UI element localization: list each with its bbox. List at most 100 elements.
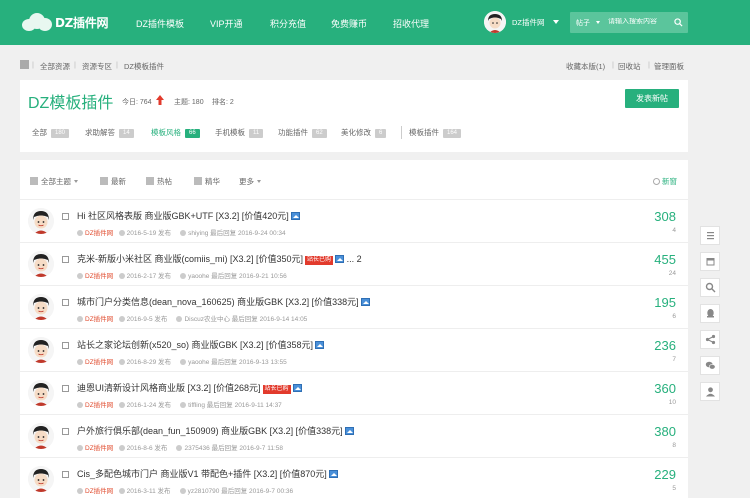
thread-row: Hi 社区风格表版 商业版GBK+UTF [X3.2] [价值420元] DZ插件… xyxy=(20,199,688,242)
open-new-window-toggle[interactable]: 新窗 xyxy=(653,176,677,187)
thread-title[interactable]: Hi 社区风格表版 商业版GBK+UTF [X3.2] [价值420元] xyxy=(77,209,300,222)
top-nav-bar: DZ插件网 DZ插件模板 VIP开通 积分充值 免费赚币 招收代理 DZ插件网 … xyxy=(0,0,750,45)
last-reply-user[interactable]: 2375436 xyxy=(184,445,209,452)
avatar[interactable] xyxy=(28,337,54,363)
user-name[interactable]: DZ插件网 xyxy=(512,17,545,28)
view-count: 360 xyxy=(654,381,676,396)
purchased-badge: 站长已购 xyxy=(305,256,334,265)
thread-title[interactable]: 城市门户分类信息(dean_nova_160625) 商业版GBK [X3.2]… xyxy=(77,295,370,308)
thread-date: 2016-2-17 发布 xyxy=(126,273,172,280)
avatar[interactable] xyxy=(28,423,54,449)
last-reply-user[interactable]: Discuz农业中心 xyxy=(184,316,230,323)
view-count: 229 xyxy=(654,467,676,482)
search-type-select[interactable]: 帖子 xyxy=(576,18,590,28)
filter-more[interactable]: 更多 xyxy=(239,176,261,187)
thread-checkbox[interactable] xyxy=(62,428,69,435)
share-icon[interactable] xyxy=(700,330,720,349)
avatar[interactable] xyxy=(28,294,54,320)
search-icon[interactable] xyxy=(674,18,683,27)
thread-title[interactable]: 迪恩UI清新设计风格商业版 [X3.2] [价值268元] 站长已购 xyxy=(77,381,302,394)
filter-all-topics[interactable]: 全部主题 xyxy=(30,176,78,187)
avatar[interactable] xyxy=(28,208,54,234)
last-reply-user[interactable]: yaoohe xyxy=(188,359,209,366)
thread-title[interactable]: 站长之家论坛创新(x520_so) 商业版GBK [X3.2] [价值358元] xyxy=(77,338,325,351)
tab-template-styles[interactable]: 模板风格 66 xyxy=(151,127,200,138)
image-attachment-icon xyxy=(315,341,325,349)
search-input[interactable] xyxy=(608,18,672,25)
thread-author[interactable]: DZ插件网 xyxy=(85,488,113,495)
thread-author[interactable]: DZ插件网 xyxy=(85,316,113,323)
admin-panel-link[interactable]: 管理面板 xyxy=(654,61,684,72)
last-reply-user[interactable]: shiying xyxy=(188,230,208,237)
tab-help[interactable]: 求助解答 14 xyxy=(85,127,134,138)
cloud-logo-icon xyxy=(22,13,52,31)
breadcrumb-separator: | xyxy=(648,60,650,69)
favorite-forum-link[interactable]: 收藏本版(1) xyxy=(566,61,605,72)
thread-checkbox[interactable] xyxy=(62,342,69,349)
calendar-icon[interactable] xyxy=(700,252,720,271)
tab-all[interactable]: 全部 180 xyxy=(32,127,70,138)
avatar[interactable] xyxy=(28,466,54,492)
thread-title[interactable]: 克米-新版小米社区 商业版(comiis_mi) [X3.2] [价值350元]… xyxy=(77,252,362,265)
last-reply-user[interactable]: yz2810790 xyxy=(188,488,220,495)
site-logo[interactable]: DZ插件网 xyxy=(22,12,108,32)
thread-checkbox[interactable] xyxy=(62,256,69,263)
nav-item-agent[interactable]: 招收代理 xyxy=(393,17,429,30)
thread-author[interactable]: DZ插件网 xyxy=(85,359,113,366)
forum-title: DZ模板插件 xyxy=(28,95,114,112)
list-icon[interactable] xyxy=(700,226,720,245)
view-count: 236 xyxy=(654,338,676,353)
user-icon xyxy=(77,445,83,451)
clock-icon xyxy=(100,177,108,185)
last-reply-label: 最后回复 xyxy=(210,230,237,237)
reply-icon xyxy=(180,402,187,408)
user-avatar[interactable] xyxy=(484,11,506,33)
thread-author[interactable]: DZ插件网 xyxy=(85,273,113,280)
recycle-bin-link[interactable]: 回收站 xyxy=(618,61,641,72)
page-links[interactable]: ... 2 xyxy=(347,254,362,264)
thread-checkbox[interactable] xyxy=(62,471,69,478)
avatar[interactable] xyxy=(28,251,54,277)
breadcrumb-separator: | xyxy=(74,60,76,69)
thread-title[interactable]: Cis_多配色城市门户 商业版V1 带配色+插件 [X3.2] [价值870元] xyxy=(77,467,338,480)
filter-digest[interactable]: 精华 xyxy=(194,176,220,187)
thread-author[interactable]: DZ插件网 xyxy=(85,445,113,452)
user-icon[interactable] xyxy=(700,382,720,401)
nav-item-vip[interactable]: VIP开通 xyxy=(210,17,243,30)
clock-icon xyxy=(118,402,125,408)
qq-icon[interactable] xyxy=(700,304,720,323)
thread-checkbox[interactable] xyxy=(62,385,69,392)
thread-date: 2016-3-11 发布 xyxy=(126,488,171,495)
breadcrumb-item[interactable]: 资源专区 xyxy=(82,61,112,72)
chevron-down-icon[interactable] xyxy=(596,21,600,24)
tab-divider xyxy=(401,126,402,139)
image-attachment-icon xyxy=(290,212,300,220)
tab-mobile-templates[interactable]: 手机模板 11 xyxy=(215,127,264,138)
filter-hot[interactable]: 热帖 xyxy=(146,176,172,187)
last-reply-user[interactable]: yaoohe xyxy=(188,273,209,280)
breadcrumb-item[interactable]: 全部资源 xyxy=(40,61,70,72)
image-attachment-icon xyxy=(335,255,345,263)
breadcrumb-item[interactable]: DZ模板插件 xyxy=(124,61,164,72)
avatar[interactable] xyxy=(28,380,54,406)
home-icon[interactable] xyxy=(20,60,29,69)
new-post-button[interactable]: 发表新帖 xyxy=(625,89,679,108)
nav-item-recharge[interactable]: 积分充值 xyxy=(270,17,306,30)
nav-item-templates[interactable]: DZ插件模板 xyxy=(136,17,184,30)
last-reply-time: 2016-9-24 00:34 xyxy=(237,230,286,237)
tab-plugins[interactable]: 功能插件 62 xyxy=(278,127,327,138)
tab-template-plugins[interactable]: 模板插件 164 xyxy=(409,127,462,138)
logo-text: DZ插件网 xyxy=(55,15,109,30)
wechat-icon[interactable] xyxy=(700,356,720,375)
last-reply-user[interactable]: tiffling xyxy=(188,402,205,409)
thread-author[interactable]: DZ插件网 xyxy=(85,230,113,237)
thread-title[interactable]: 户外旅行俱乐部(dean_fun_150909) 商业版GBK [X3.2] [… xyxy=(77,424,354,437)
tab-beautify[interactable]: 美化修改 6 xyxy=(341,127,387,138)
search-icon[interactable] xyxy=(700,278,720,297)
nav-item-earn[interactable]: 免费赚币 xyxy=(331,17,367,30)
thread-checkbox[interactable] xyxy=(62,299,69,306)
filter-latest[interactable]: 最新 xyxy=(100,176,126,187)
thread-author[interactable]: DZ插件网 xyxy=(85,402,113,409)
thread-checkbox[interactable] xyxy=(62,213,69,220)
chevron-down-icon[interactable] xyxy=(553,20,559,24)
